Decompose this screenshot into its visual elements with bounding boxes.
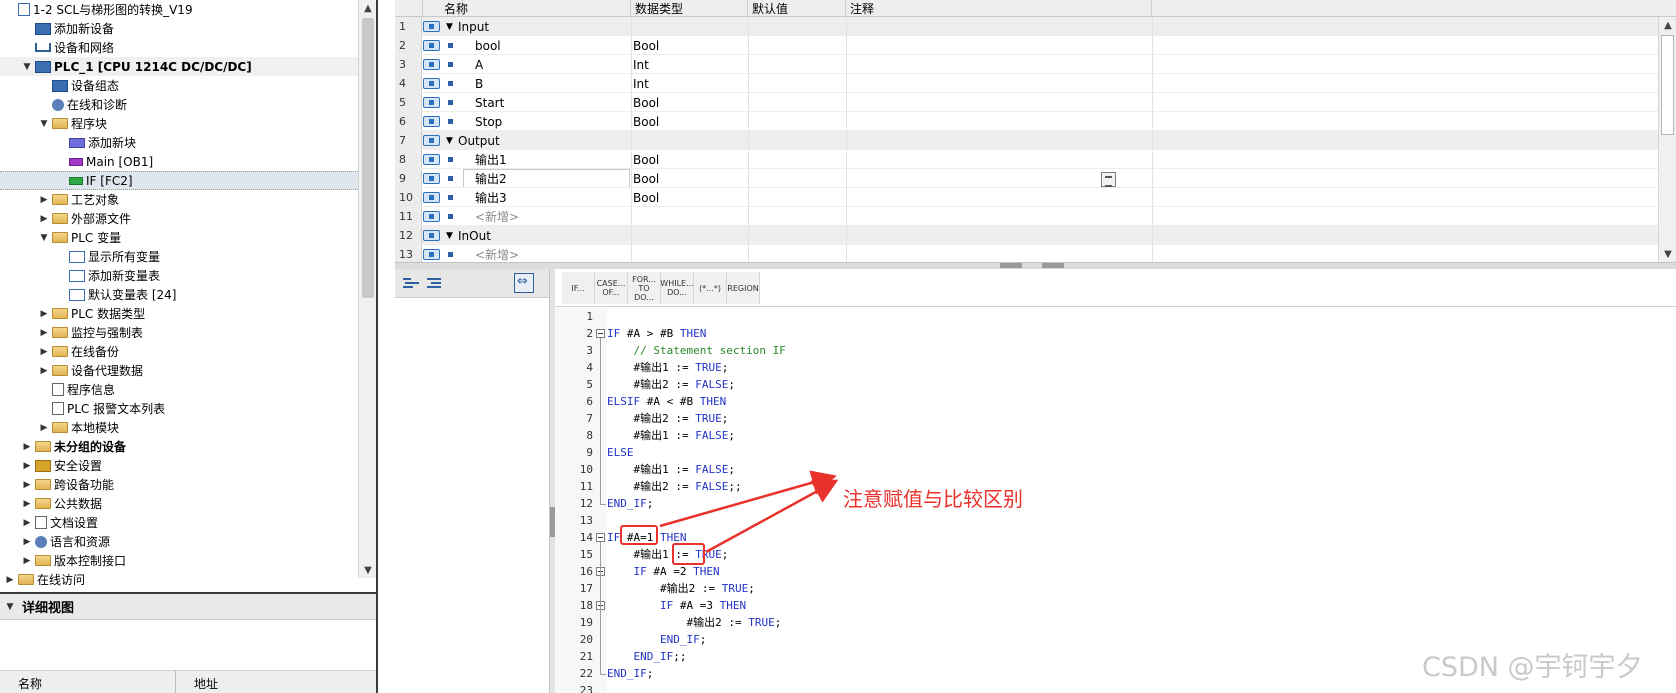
annotation-arrow-1	[659, 470, 837, 528]
annotation-arrows	[659, 470, 839, 554]
watermark: CSDN @宇钶宇夕	[1422, 652, 1643, 683]
annotation-text: 注意赋值与比较区别	[843, 487, 1023, 511]
annotation-arrow-2	[705, 479, 839, 554]
